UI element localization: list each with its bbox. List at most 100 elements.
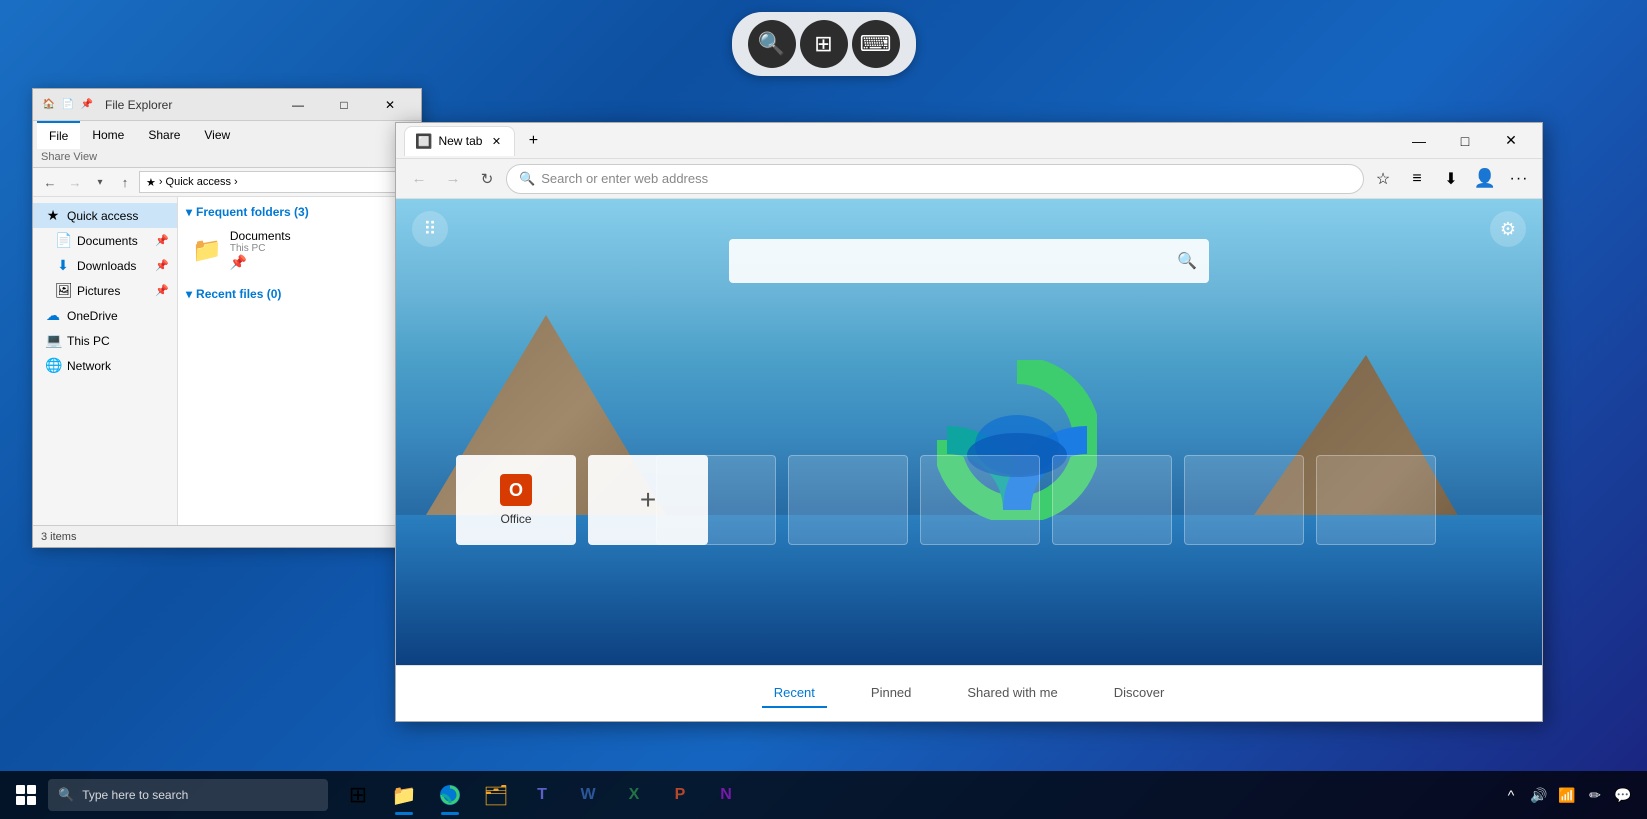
sidebar-item-downloads[interactable]: ⬇ Downloads 📌 <box>33 253 177 278</box>
taskbar-taskview[interactable]: ⊞ <box>336 773 380 817</box>
tray-network[interactable]: 📶 <box>1555 783 1579 807</box>
empty-card-4 <box>1052 455 1172 545</box>
edge-footer: Recent Pinned Shared with me Discover <box>396 665 1542 721</box>
sidebar-item-quickaccess[interactable]: ★ Quick access <box>33 203 177 228</box>
edge-settings-button[interactable]: ⚙ <box>1490 211 1526 247</box>
footer-tab-recent[interactable]: Recent <box>762 679 827 708</box>
edge-minimize-button[interactable]: — <box>1396 123 1442 159</box>
fe-close-button[interactable]: ✕ <box>367 89 413 121</box>
edge-refresh-button[interactable]: ↻ <box>472 164 502 194</box>
taskbar-edge[interactable] <box>428 773 472 817</box>
downloads-button[interactable]: ⬇ <box>1436 164 1466 194</box>
fe-content-pane: ▾ Frequent folders (3) 📁 Documents This … <box>178 197 421 525</box>
fe-forward-button[interactable]: → <box>64 171 86 193</box>
taskbar-search-text: Type here to search <box>82 788 188 802</box>
edge-taskbar-icon <box>438 783 462 807</box>
taskbar-file-explorer[interactable]: 📁 <box>382 773 426 817</box>
fe-statusbar: 3 items <box>33 525 421 547</box>
thispc-icon: 💻 <box>45 332 61 349</box>
profile-button[interactable]: 👤 <box>1470 164 1500 194</box>
footer-tab-discover[interactable]: Discover <box>1102 679 1177 708</box>
edge-close-button[interactable]: ✕ <box>1488 123 1534 159</box>
taskbar-powerpoint[interactable]: P <box>658 773 702 817</box>
keyboard-button[interactable]: ⌨ <box>852 20 900 68</box>
empty-card-5 <box>1184 455 1304 545</box>
edge-titlebar: 🔲 New tab ✕ + — □ ✕ <box>396 123 1542 159</box>
edge-content: ⠿ ⚙ 🔍 <box>396 199 1542 665</box>
tray-chevron[interactable]: ^ <box>1499 783 1523 807</box>
footer-tab-recent-label: Recent <box>774 685 815 700</box>
remote-desktop-button[interactable]: ⊞ <box>800 20 848 68</box>
fe-sidebar: ★ Quick access 📄 Documents 📌 ⬇ Downloads… <box>33 197 178 525</box>
excel-icon: X <box>629 786 640 804</box>
tab-file[interactable]: File <box>37 121 80 149</box>
footer-tab-sharedwithme[interactable]: Shared with me <box>955 679 1069 708</box>
taskbar-teams[interactable]: T <box>520 773 564 817</box>
edge-addressbar[interactable]: 🔍 Search or enter web address <box>506 164 1364 194</box>
edge-forward-button[interactable]: → <box>438 164 468 194</box>
sidebar-item-documents[interactable]: 📄 Documents 📌 <box>33 228 177 253</box>
edge-maximize-button[interactable]: □ <box>1442 123 1488 159</box>
documents-folder-sub: This PC <box>230 243 291 254</box>
favorite-button[interactable]: ☆ <box>1368 164 1398 194</box>
start-button[interactable] <box>4 773 48 817</box>
edge-toolbar-right: ☆ ≡ ⬇ 👤 ··· <box>1368 164 1534 194</box>
tray-pen[interactable]: ✏ <box>1583 783 1607 807</box>
tray-action-center[interactable]: 💬 <box>1611 783 1635 807</box>
fe-ribbon-tabs: File Home Share View <box>33 121 421 149</box>
edge-tab-newtab[interactable]: 🔲 New tab ✕ <box>404 126 515 156</box>
sidebar-item-pictures[interactable]: 🖼 Pictures 📌 <box>33 278 177 303</box>
edge-back-button[interactable]: ← <box>404 164 434 194</box>
fe-maximize-button[interactable]: □ <box>321 89 367 121</box>
taskbar-onenote[interactable]: N <box>704 773 748 817</box>
sidebar-item-onedrive[interactable]: ☁ OneDrive <box>33 303 177 328</box>
edge-tab-close-button[interactable]: ✕ <box>488 133 504 149</box>
more-button[interactable]: ··· <box>1504 164 1534 194</box>
sidebar-quickaccess-label: Quick access <box>67 209 138 223</box>
edge-search-input[interactable] <box>741 253 1169 269</box>
collections-button[interactable]: ≡ <box>1402 164 1432 194</box>
footer-tab-pinned[interactable]: Pinned <box>859 679 923 708</box>
tab-view[interactable]: View <box>192 121 242 149</box>
zoom-button[interactable]: 🔍 <box>748 20 796 68</box>
fe-status-text: 3 items <box>41 531 76 543</box>
documents-pin: 📌 <box>155 234 169 247</box>
empty-card-1 <box>656 455 776 545</box>
edge-window-buttons: — □ ✕ <box>1396 123 1534 159</box>
taskbar-search[interactable]: 🔍 Type here to search <box>48 779 328 811</box>
taskbar-right: ^ 🔊 📶 ✏ 💬 <box>1499 783 1643 807</box>
edge-new-tab-button[interactable]: + <box>519 127 547 155</box>
sidebar-thispc-label: This PC <box>67 334 110 348</box>
edge-apps-button[interactable]: ⠿ <box>412 211 448 247</box>
fe-back-button[interactable]: ← <box>39 171 61 193</box>
tab-home[interactable]: Home <box>80 121 136 149</box>
sidebar-item-thispc[interactable]: 💻 This PC <box>33 328 177 353</box>
fe-breadcrumb[interactable]: ★ › Quick access › <box>139 171 415 193</box>
fe-minimize-button[interactable]: — <box>275 89 321 121</box>
edge-search-bar[interactable]: 🔍 <box>729 239 1209 283</box>
office-app-card[interactable]: O Office <box>456 455 576 545</box>
footer-tab-sharedwithme-label: Shared with me <box>967 685 1057 700</box>
sidebar-pictures-label: Pictures <box>77 284 120 298</box>
taskview-icon: ⊞ <box>349 782 367 808</box>
edge-tab-label: New tab <box>438 134 482 148</box>
empty-card-3 <box>920 455 1040 545</box>
taskbar-word[interactable]: W <box>566 773 610 817</box>
explorer2-icon: 🗂 <box>483 783 508 808</box>
folder-item-documents[interactable]: 📁 Documents This PC 📌 <box>186 225 413 275</box>
fe-icon2: 📄 <box>60 97 76 113</box>
taskbar-explorer2[interactable]: 🗂 <box>474 773 518 817</box>
footer-tab-pinned-label: Pinned <box>871 685 911 700</box>
pictures-icon: 🖼 <box>55 282 71 299</box>
fe-recent-button[interactable]: ▾ <box>89 171 111 193</box>
fe-up-button[interactable]: ↑ <box>114 171 136 193</box>
quickaccess-icon: ★ <box>45 207 61 224</box>
taskbar-excel[interactable]: X <box>612 773 656 817</box>
tab-share[interactable]: Share <box>136 121 192 149</box>
frequent-folders-header[interactable]: ▾ Frequent folders (3) <box>186 205 413 219</box>
sidebar-item-network[interactable]: 🌐 Network <box>33 353 177 378</box>
footer-tab-discover-label: Discover <box>1114 685 1165 700</box>
tray-volume[interactable]: 🔊 <box>1527 783 1551 807</box>
downloads-pin: 📌 <box>155 259 169 272</box>
recent-files-header[interactable]: ▾ Recent files (0) <box>186 287 413 301</box>
